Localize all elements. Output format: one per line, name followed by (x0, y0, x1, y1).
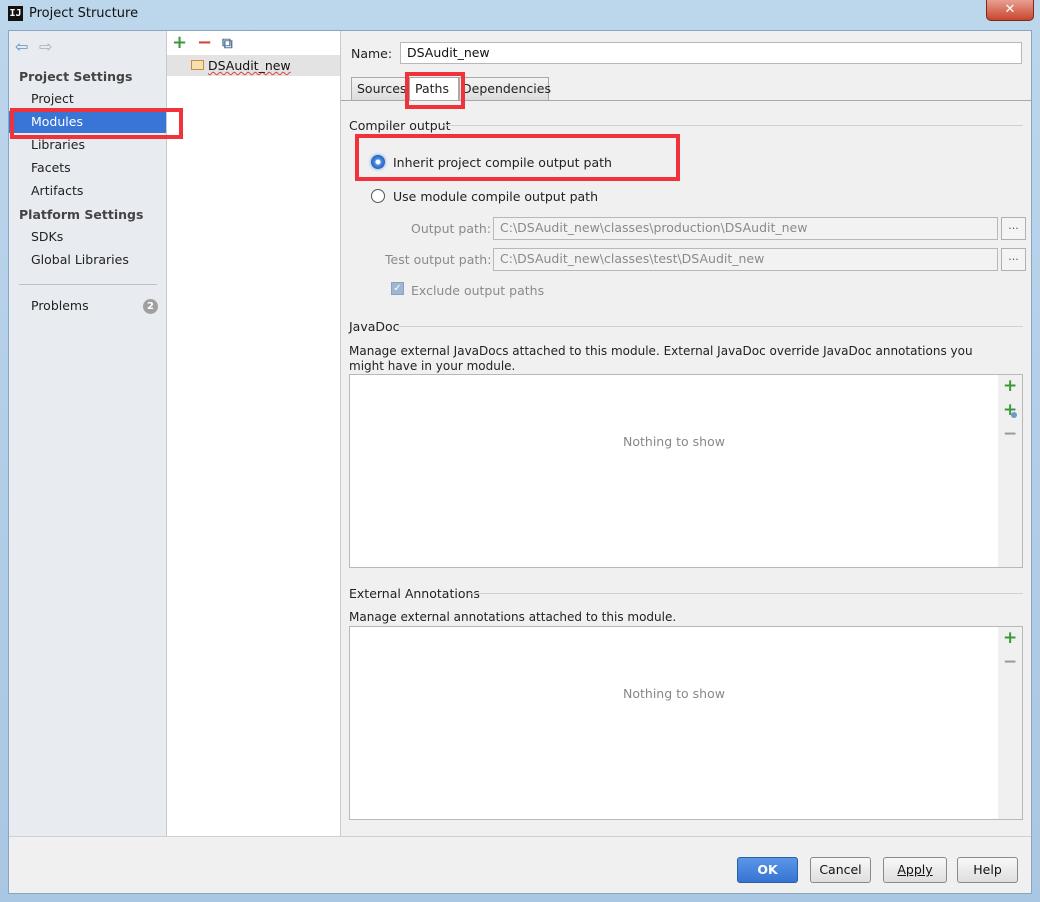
back-arrow-icon[interactable]: ⇦ (15, 37, 28, 56)
problems-count-badge: 2 (143, 299, 158, 314)
external-annotations-empty-text: Nothing to show (623, 686, 725, 701)
sidebar-item-artifacts[interactable]: Artifacts (9, 180, 166, 202)
external-annotations-add-icon[interactable]: + (1003, 628, 1017, 648)
javadoc-title: JavaDoc (349, 319, 400, 334)
platform-settings-heading: Platform Settings (19, 207, 144, 222)
modules-list-panel: + − ⧉ DSAudit_new (167, 31, 341, 836)
footer-divider (9, 836, 1031, 837)
sidebar-divider (19, 284, 157, 285)
dialog-body: ⇦ ⇨ Project Settings Project Modules Lib… (8, 30, 1032, 894)
output-path-field[interactable]: C:\DSAudit_new\classes\production\DSAudi… (493, 217, 998, 240)
module-output-radio[interactable] (371, 189, 385, 203)
javadoc-toolbar: + + − (998, 374, 1023, 568)
sidebar-item-global-libraries[interactable]: Global Libraries (9, 249, 166, 271)
javadoc-add-icon[interactable]: + (1003, 376, 1017, 396)
title-bar: IJ Project Structure ✕ (0, 0, 1040, 29)
copy-module-icon[interactable]: ⧉ (222, 34, 233, 52)
close-window-button[interactable]: ✕ (986, 0, 1034, 21)
sidebar-item-modules[interactable]: Modules (9, 111, 166, 133)
javadoc-description: Manage external JavaDocs attached to thi… (349, 344, 973, 373)
external-annotations-remove-icon[interactable]: − (1003, 652, 1017, 672)
compiler-output-divider (443, 125, 1023, 126)
compiler-output-title: Compiler output (349, 118, 451, 133)
sidebar-item-project[interactable]: Project (9, 88, 166, 110)
javadoc-remove-icon[interactable]: − (1003, 424, 1017, 444)
module-detail-panel: Name: DSAudit_new Sources Paths Dependen… (341, 31, 1031, 836)
module-name: DSAudit_new (208, 58, 291, 73)
project-structure-window: IJ Project Structure ✕ ⇦ ⇨ Project Setti… (0, 0, 1040, 902)
inherit-output-label[interactable]: Inherit project compile output path (393, 155, 612, 170)
external-annotations-list[interactable]: Nothing to show (349, 626, 999, 820)
exclude-output-label: Exclude output paths (411, 283, 545, 298)
ok-button[interactable]: OK (737, 857, 798, 883)
javadoc-empty-text: Nothing to show (623, 434, 725, 449)
external-annotations-description: Manage external annotations attached to … (349, 610, 677, 624)
sidebar-item-sdks[interactable]: SDKs (9, 226, 166, 248)
inherit-output-radio[interactable] (371, 155, 385, 169)
external-annotations-title: External Annotations (349, 586, 480, 601)
tabs-underline (341, 100, 1031, 101)
cancel-button[interactable]: Cancel (810, 857, 871, 883)
output-path-browse-button[interactable]: ... (1001, 217, 1026, 240)
tab-dependencies[interactable]: Dependencies (459, 77, 551, 100)
output-path-label: Output path: (411, 221, 492, 236)
remove-module-icon[interactable]: − (197, 32, 212, 53)
module-row-dsaudit-new[interactable]: DSAudit_new (167, 55, 340, 76)
javadoc-divider (399, 326, 1023, 327)
tab-sources[interactable]: Sources (351, 77, 407, 100)
forward-arrow-icon[interactable]: ⇨ (39, 37, 52, 56)
sidebar-item-libraries[interactable]: Libraries (9, 134, 166, 156)
javadoc-list[interactable]: Nothing to show (349, 374, 999, 568)
javadoc-add-url-icon[interactable]: + (1003, 400, 1017, 420)
add-module-icon[interactable]: + (172, 32, 187, 53)
intellij-app-icon: IJ (8, 6, 23, 21)
module-name-field[interactable]: DSAudit_new (400, 42, 1022, 64)
test-output-path-label: Test output path: (385, 252, 492, 267)
settings-sidebar: ⇦ ⇨ Project Settings Project Modules Lib… (9, 31, 167, 836)
module-output-label[interactable]: Use module compile output path (393, 189, 598, 204)
project-settings-heading: Project Settings (19, 69, 133, 84)
exclude-output-checkbox[interactable]: ✓ (391, 282, 404, 295)
sidebar-item-facets[interactable]: Facets (9, 157, 166, 179)
external-annotations-divider (469, 593, 1023, 594)
window-title: Project Structure (29, 6, 139, 21)
name-label: Name: (351, 46, 393, 61)
help-button[interactable]: Help (957, 857, 1018, 883)
apply-button[interactable]: Apply (883, 857, 947, 883)
tab-paths[interactable]: Paths (409, 77, 459, 101)
test-output-path-browse-button[interactable]: ... (1001, 248, 1026, 271)
external-annotations-toolbar: + − (998, 626, 1023, 820)
test-output-path-field[interactable]: C:\DSAudit_new\classes\test\DSAudit_new (493, 248, 998, 271)
module-folder-icon (191, 60, 204, 70)
